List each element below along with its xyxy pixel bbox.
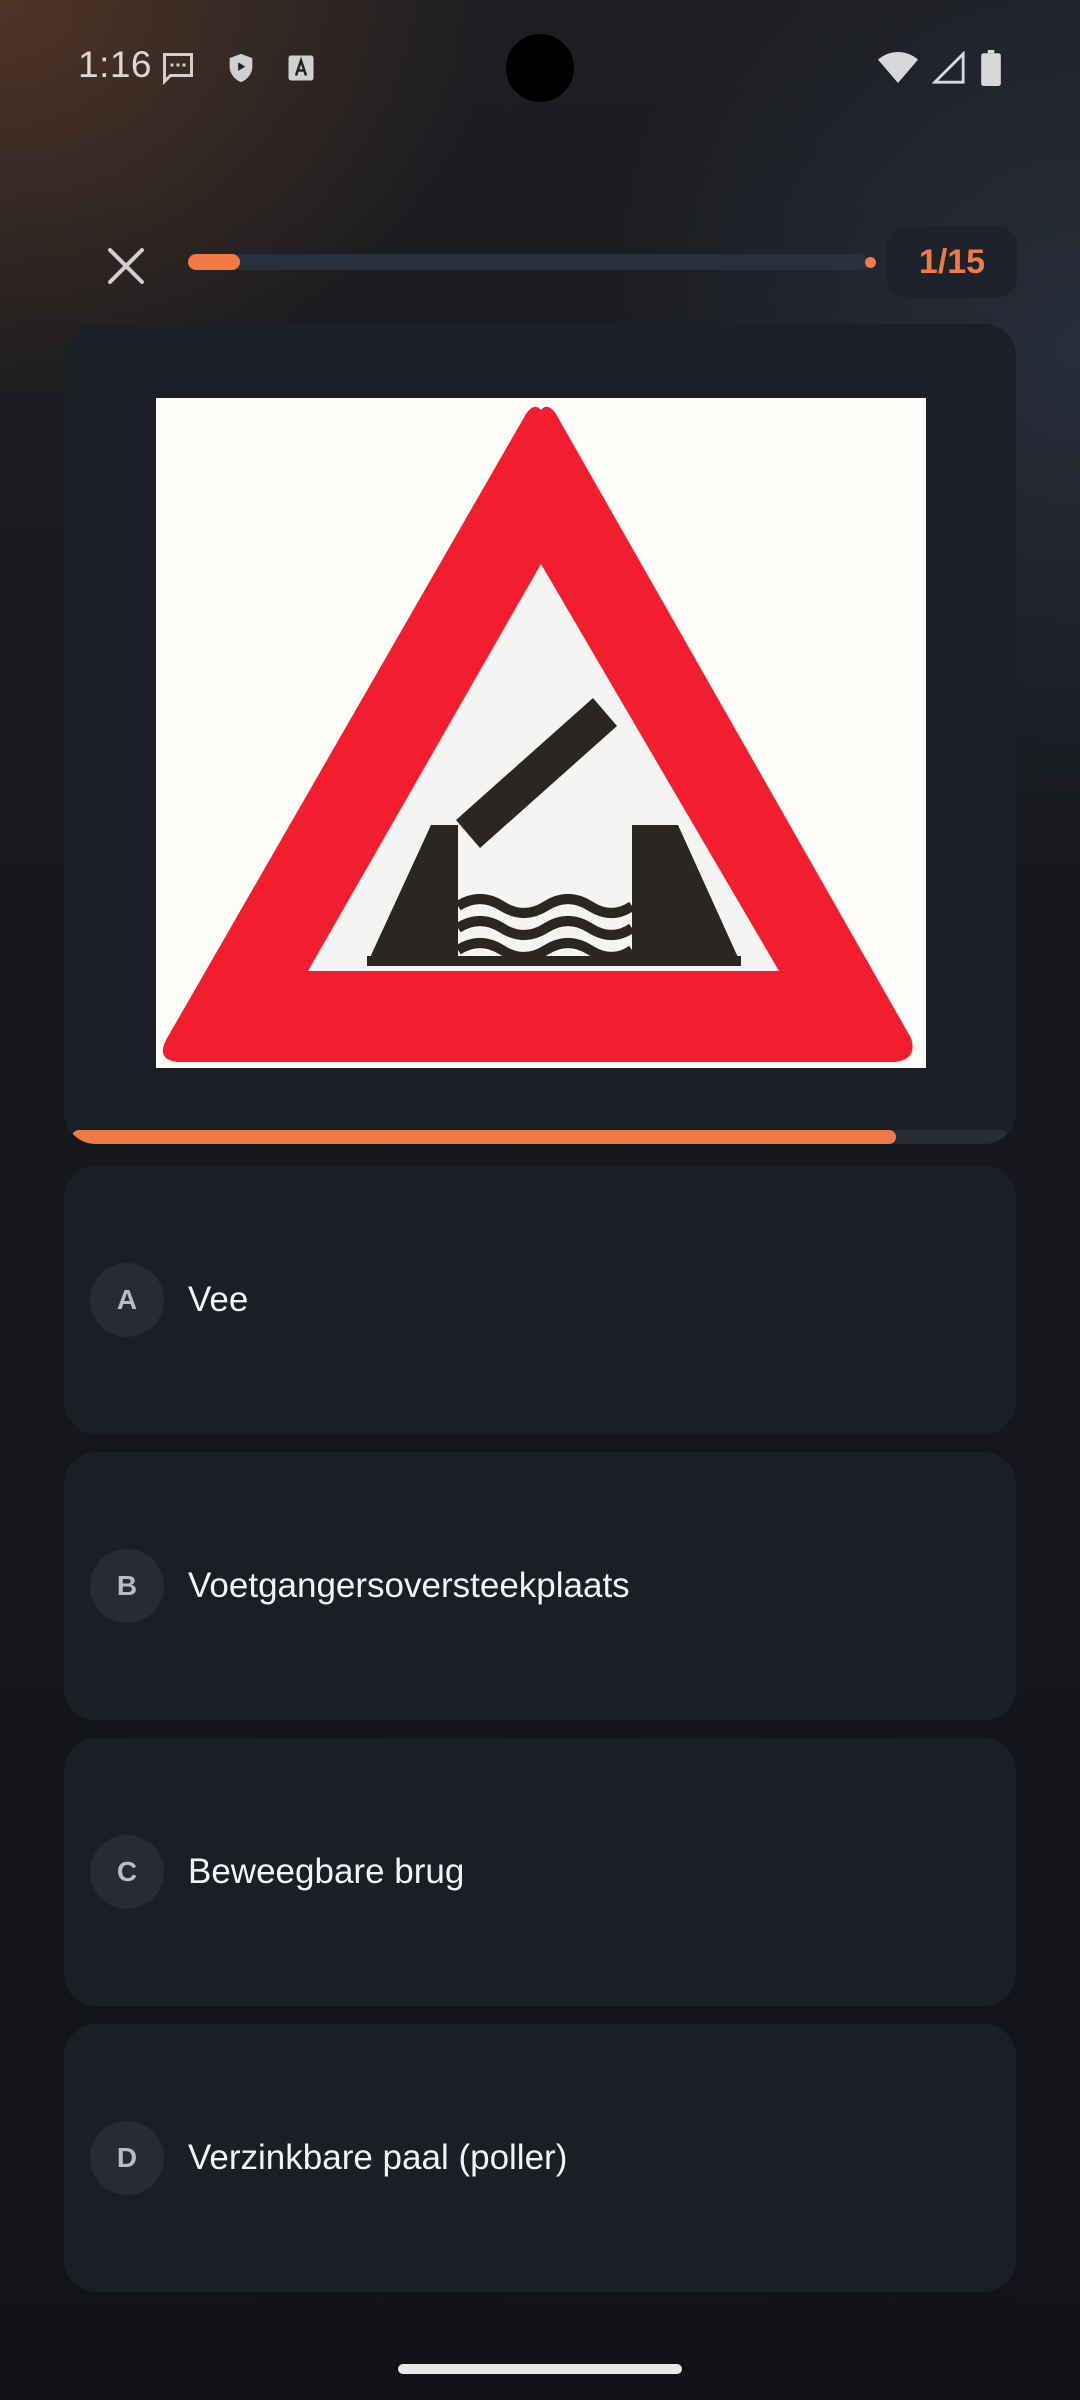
camera-cutout — [506, 34, 574, 102]
answer-timer-bar — [72, 1130, 1008, 1144]
option-text: Vee — [188, 1280, 249, 1319]
close-icon — [108, 248, 144, 284]
status-bar: 1:16 — [0, 0, 1080, 135]
shield-icon — [224, 50, 258, 91]
home-indicator[interactable] — [398, 2364, 682, 2374]
a-box-icon — [286, 53, 316, 88]
status-icons-right — [878, 50, 1002, 91]
quiz-progress-bar — [188, 254, 876, 270]
wifi-icon — [878, 51, 918, 90]
quiz-progress-fill — [188, 254, 240, 270]
question-image-card — [64, 324, 1016, 1144]
close-button[interactable] — [96, 236, 156, 296]
status-icons-left — [160, 50, 316, 91]
quiz-progress-end-dot — [865, 257, 876, 268]
option-b[interactable]: B Voetgangersoversteekplaats — [64, 1452, 1016, 1720]
option-letter: B — [90, 1549, 164, 1623]
signal-icon — [931, 50, 966, 90]
option-text: Voetgangersoversteekplaats — [188, 1566, 630, 1605]
answer-timer-fill — [72, 1130, 896, 1144]
option-c[interactable]: C Beweegbare brug — [64, 1738, 1016, 2006]
option-letter: D — [90, 2121, 164, 2195]
movable-bridge-sign-image — [156, 398, 926, 1068]
option-letter: A — [90, 1263, 164, 1337]
question-counter: 1/15 — [886, 226, 1018, 298]
battery-icon — [980, 50, 1002, 91]
status-time: 1:16 — [78, 44, 153, 85]
option-letter: C — [90, 1835, 164, 1909]
message-icon — [160, 50, 196, 91]
option-d[interactable]: D Verzinkbare paal (poller) — [64, 2024, 1016, 2292]
option-text: Beweegbare brug — [188, 1852, 465, 1891]
option-a[interactable]: A Vee — [64, 1166, 1016, 1434]
option-text: Verzinkbare paal (poller) — [188, 2138, 568, 2177]
